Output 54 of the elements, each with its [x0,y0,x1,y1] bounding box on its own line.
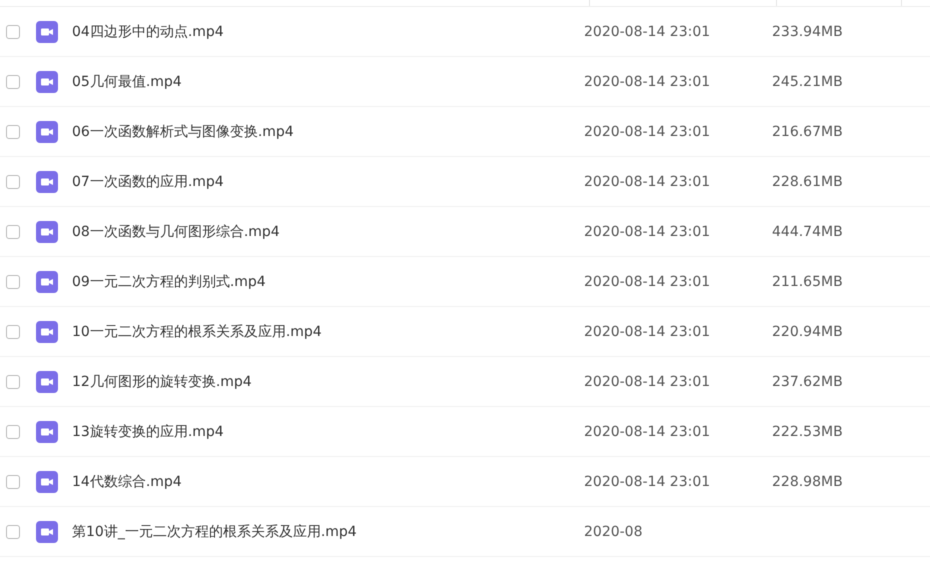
video-file-icon [36,270,58,292]
modified-date: 2020-08-14 23:01 [584,24,712,40]
checkbox[interactable] [6,24,20,38]
video-file-icon [36,120,58,142]
video-file-icon [36,70,58,92]
modified-date: 2020-08-14 23:01 [584,174,712,190]
file-name[interactable]: 09一元二次方程的判别式.mp4 [72,272,582,290]
file-size: 228.98MB [772,474,843,490]
file-name[interactable]: 10一元二次方程的根系关系及应用.mp4 [72,322,582,340]
video-file-icon [36,520,58,542]
file-size: 245.21MB [772,74,843,90]
checkbox[interactable] [6,524,20,538]
checkbox[interactable] [6,474,20,488]
file-name[interactable]: 08一次函数与几何图形综合.mp4 [72,222,582,240]
modified-date: 2020-08-14 23:01 [584,274,712,290]
file-name[interactable]: 第10讲_一元二次方程的根系关系及应用.mp4 [72,522,582,540]
file-name[interactable]: 12几何图形的旋转变换.mp4 [72,372,582,390]
checkbox[interactable] [6,324,20,338]
modified-date: 2020-08-14 23:01 [584,124,712,140]
file-name[interactable]: 05几何最值.mp4 [72,72,582,90]
file-name[interactable]: 13旋转变换的应用.mp4 [72,422,582,440]
video-file-icon [36,220,58,242]
checkbox[interactable] [6,74,20,88]
checkbox[interactable] [6,374,20,388]
modified-date: 2020-08 [584,524,644,540]
modified-date: 2020-08-14 23:01 [584,374,712,390]
checkbox[interactable] [6,174,20,188]
file-name[interactable]: 07一次函数的应用.mp4 [72,172,582,190]
video-file-icon [36,420,58,442]
checkbox[interactable] [6,424,20,438]
video-file-icon [36,320,58,342]
file-size: 216.67MB [772,124,843,140]
file-size: 211.65MB [772,274,843,290]
modified-date: 2020-08-14 23:01 [584,424,712,440]
file-size: 220.94MB [772,324,843,340]
checkbox[interactable] [6,274,20,288]
checkbox[interactable] [6,224,20,238]
file-name[interactable]: 06一次函数解析式与图像变换.mp4 [72,122,582,140]
file-name[interactable]: 04四边形中的动点.mp4 [72,22,582,40]
video-file-icon [36,470,58,492]
modified-date: 2020-08-14 23:01 [584,324,712,340]
video-file-icon [36,170,58,192]
modified-date: 2020-08-14 23:01 [584,474,712,490]
video-file-icon [36,370,58,392]
video-file-icon [36,20,58,42]
file-size: 444.74MB [772,224,843,240]
file-size: 233.94MB [772,24,843,40]
modified-date: 2020-08-14 23:01 [584,74,712,90]
file-size: 237.62MB [772,374,843,390]
checkbox[interactable] [6,124,20,138]
file-size: 228.61MB [772,174,843,190]
file-size: 222.53MB [772,424,843,440]
modified-date: 2020-08-14 23:01 [584,224,712,240]
file-name[interactable]: 14代数综合.mp4 [72,472,582,490]
